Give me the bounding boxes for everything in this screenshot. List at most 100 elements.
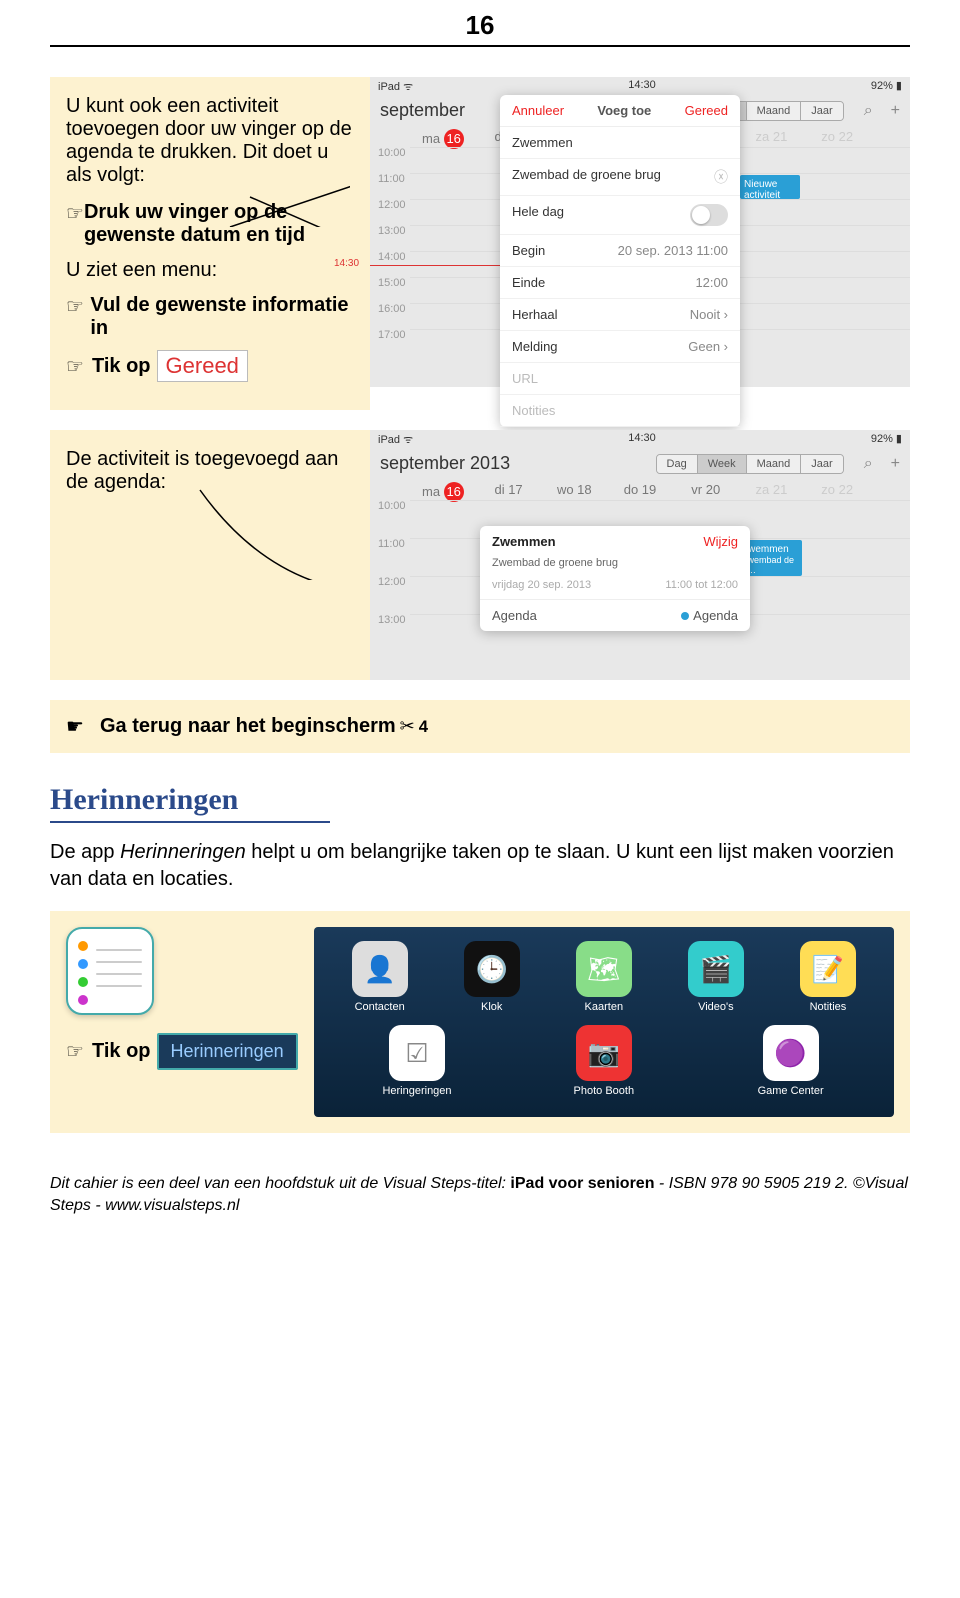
dot-icon: [78, 941, 88, 951]
menu-appears: U ziet een menu:: [66, 259, 354, 282]
day-mon[interactable]: ma 16: [410, 482, 476, 502]
step-fill: Vul de gewenste informatie in: [66, 294, 354, 340]
footnote-ref: 4: [419, 717, 428, 737]
seg-year[interactable]: Jaar: [801, 455, 842, 473]
seg-week[interactable]: Week: [698, 455, 747, 473]
time-label: 11:00: [378, 538, 406, 576]
step-tap-gereed: Tik op Gereed: [66, 350, 354, 382]
url-row[interactable]: URL: [500, 363, 740, 395]
section-paragraph: De app Herinneringen helpt u om belangri…: [50, 839, 910, 893]
time-label: 14:00: [378, 251, 406, 277]
reminders-chip: Herinneringen: [157, 1033, 298, 1070]
heading-underline: [50, 821, 910, 823]
status-time: 14:30: [628, 79, 656, 94]
add-event-popup: Annuleer Voeg toe Gereed Zwemmen Zwembad…: [500, 95, 740, 427]
instructions-1: U kunt ook een activiteit toevoegen door…: [50, 77, 370, 410]
status-time: 14:30: [628, 432, 656, 447]
step-press-text: Druk uw vinger op de gewenste datum en t…: [84, 201, 354, 247]
day-tue[interactable]: di 17: [476, 482, 542, 502]
begin-row[interactable]: Begin20 sep. 2013 11:00: [500, 235, 740, 267]
popup-date: vrijdag 20 sep. 2013: [492, 579, 591, 591]
search-icon[interactable]: ⌕: [864, 455, 873, 473]
location-field[interactable]: Zwembad de groene brugⓧ: [500, 159, 740, 196]
day-wed[interactable]: wo 18: [541, 482, 607, 502]
app-reminders[interactable]: ☑Heringeringen: [367, 1025, 467, 1097]
app-contacts[interactable]: 👤Contacten: [330, 941, 430, 1013]
seg-year[interactable]: Jaar: [801, 102, 842, 120]
search-icon[interactable]: ⌕: [864, 102, 873, 120]
app-photobooth[interactable]: 📷Photo Booth: [554, 1025, 654, 1097]
notes-row[interactable]: Notities: [500, 395, 740, 427]
day-sat[interactable]: za 21: [739, 482, 805, 502]
event-detail-popup: Zwemmen Wijzig Zwembad de groene brug vr…: [480, 526, 750, 631]
agenda-value: Agenda: [681, 608, 738, 623]
now-label: 14:30: [334, 258, 359, 269]
time-label: 16:00: [378, 303, 406, 329]
allday-row[interactable]: Hele dag: [500, 196, 740, 235]
app-clock[interactable]: 🕒Klok: [442, 941, 542, 1013]
ipad-screenshot-2: iPad ᯤ 14:30 92% ▮ september 2013 Dag We…: [370, 430, 910, 680]
ipad-screenshot-1: iPad ᯤ 14:30 92% ▮ september Dag Week Ma…: [370, 77, 910, 387]
dot-icon: [78, 995, 88, 1005]
status-left: iPad ᯤ: [378, 432, 413, 447]
hand-icon: [66, 354, 92, 379]
new-event-block[interactable]: Nieuwe activiteit: [740, 175, 800, 199]
clear-icon[interactable]: ⓧ: [714, 167, 728, 187]
done-button[interactable]: Gereed: [685, 103, 728, 118]
month-title: september 2013: [380, 453, 510, 474]
end-row[interactable]: Einde12:00: [500, 267, 740, 299]
hand-icon: [66, 1039, 92, 1064]
app-notes[interactable]: 📝Notities: [778, 941, 878, 1013]
repeat-row[interactable]: HerhaalNooit ›: [500, 299, 740, 331]
app-maps[interactable]: 🗺Kaarten: [554, 941, 654, 1013]
alert-row[interactable]: MeldingGeen ›: [500, 331, 740, 363]
hand-icon: [66, 201, 84, 226]
time-label: 12:00: [378, 576, 406, 614]
status-battery: 92% ▮: [871, 432, 902, 447]
intro-text: U kunt ook een activiteit toevoegen door…: [66, 95, 354, 187]
app-gamecenter[interactable]: 🟣Game Center: [741, 1025, 841, 1097]
popup-event-title: Zwemmen: [492, 534, 556, 549]
step-fill-text: Vul de gewenste informatie in: [90, 294, 354, 340]
status-battery: 92% ▮: [871, 79, 902, 94]
event-title: Zwemmen: [742, 544, 798, 555]
time-label: 10:00: [378, 147, 406, 173]
agenda-label: Agenda: [492, 608, 537, 623]
title-field[interactable]: Zwemmen: [500, 127, 740, 159]
cancel-button[interactable]: Annuleer: [512, 103, 564, 118]
day-mon[interactable]: ma 16: [410, 129, 476, 149]
day-sun[interactable]: zo 22: [804, 129, 870, 149]
day-thu[interactable]: do 19: [607, 482, 673, 502]
tap-label: Tik op: [92, 355, 151, 378]
status-left: iPad ᯤ: [378, 79, 413, 94]
time-label: 13:00: [378, 614, 406, 652]
day-fri[interactable]: vr 20: [673, 482, 739, 502]
day-sun[interactable]: zo 22: [804, 482, 870, 502]
section-heading: Herinneringen: [50, 783, 910, 817]
edit-button[interactable]: Wijzig: [703, 534, 738, 549]
status-bar: iPad ᯤ 14:30 92% ▮: [370, 430, 910, 449]
ipad-home-screen: 👤Contacten 🕒Klok 🗺Kaarten 🎬Video's 📝Noti…: [314, 927, 894, 1117]
dot-icon: [78, 959, 88, 969]
time-label: 12:00: [378, 199, 406, 225]
today-badge: 16: [444, 129, 464, 149]
allday-toggle[interactable]: [690, 204, 728, 226]
seg-month[interactable]: Maand: [747, 102, 802, 120]
time-label: 13:00: [378, 225, 406, 251]
time-label: 15:00: [378, 277, 406, 303]
tap-label: Tik op: [92, 1040, 151, 1063]
seg-day[interactable]: Dag: [657, 455, 698, 473]
block-add-activity: U kunt ook een activiteit toevoegen door…: [50, 77, 910, 410]
app-videos[interactable]: 🎬Video's: [666, 941, 766, 1013]
view-segments[interactable]: Dag Week Maand Jaar: [656, 454, 844, 474]
time-column: 10:00 11:00 12:00 13:00 14:00 15:00 16:0…: [378, 147, 406, 355]
added-text: De activiteit is toegevoegd aan de agend…: [66, 448, 354, 494]
plus-icon[interactable]: +: [891, 455, 900, 473]
plus-icon[interactable]: +: [891, 102, 900, 120]
calendar-dot-icon: [681, 612, 689, 620]
seg-month[interactable]: Maand: [747, 455, 802, 473]
day-sat[interactable]: za 21: [739, 129, 805, 149]
step-press: Druk uw vinger op de gewenste datum en t…: [66, 201, 354, 247]
time-label: 17:00: [378, 329, 406, 355]
time-column: 10:00 11:00 12:00 13:00: [378, 500, 406, 652]
